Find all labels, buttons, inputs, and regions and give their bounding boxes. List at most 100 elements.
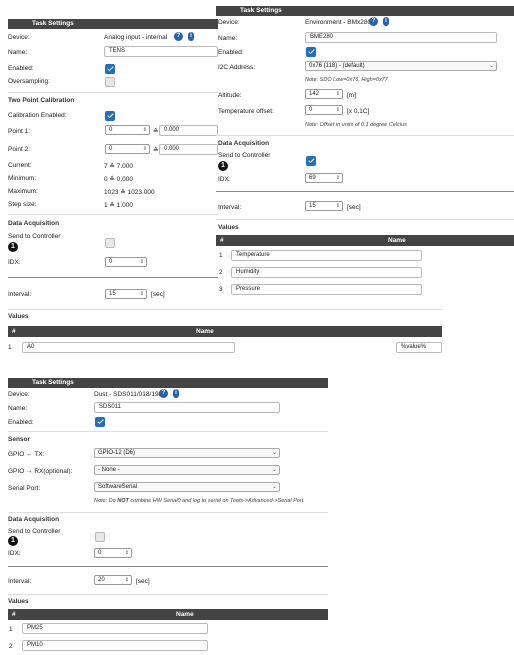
row-number: 1 [9,626,13,633]
column-name-header: Name [196,328,214,335]
spin-arrows-icon[interactable]: ⇕ [125,576,129,584]
spin-arrows-icon[interactable]: ⇕ [140,258,144,266]
serial-port-select[interactable]: SoftwareSerial ⌄ [94,482,280,492]
i2c-address-label: I2C Address: [218,64,256,71]
value-name-input[interactable]: Pressure [231,284,422,295]
name-input[interactable]: BME280 [305,32,497,43]
value-name-input[interactable]: A0 [22,342,235,353]
name-input[interactable]: TENS [104,46,218,57]
separator [8,512,328,513]
value-name-input[interactable]: PM25 [22,623,208,634]
i2c-address-select[interactable]: 0x76 (118) - (default) ⌄ [305,61,497,71]
task-settings-header: Task Settings [216,6,514,16]
gpio-rx-select[interactable]: - None - ⌄ [94,465,280,475]
idx-value: 0 [98,550,102,556]
spin-arrows-icon[interactable]: ⇕ [336,106,340,114]
column-name-header: Name [388,237,406,244]
separator [216,219,514,220]
interval-label: Interval: [8,578,32,585]
separator [8,309,442,310]
interval-input[interactable]: 15 ⇕ [305,201,343,211]
value-name-input[interactable]: Temperature [231,250,422,261]
info-icon[interactable]: i [173,389,179,398]
point1-raw-value: 0 [109,127,113,133]
point2-raw-input[interactable]: 0 ⇕ [105,144,150,154]
divider [8,277,218,278]
divider [216,191,514,192]
value-name-input[interactable]: Humidity [231,267,422,278]
gpio-rx-label: GPIO → RX(optional): [8,468,73,475]
value-name-input[interactable]: PM10 [22,640,208,651]
idx-label: IDX: [218,176,231,183]
help-icon[interactable]: ? [174,32,183,41]
enabled-checkbox[interactable] [306,47,316,57]
info-icon[interactable]: i [383,17,389,26]
name-label: Name: [8,49,28,56]
spin-arrows-icon[interactable]: ⇕ [336,202,340,210]
altitude-value: 142 [309,91,320,97]
enabled-label: Enabled: [8,419,34,426]
calibration-enabled-checkbox[interactable] [105,111,115,121]
altitude-unit: [m] [347,92,357,99]
idx-input[interactable]: 0 ⇕ [94,548,132,558]
info-icon[interactable]: i [188,32,194,41]
name-label: Name: [8,405,28,412]
idx-label: IDX: [8,259,21,266]
help-icon[interactable]: ? [369,17,378,26]
value-formula-input[interactable]: %value% [396,342,442,353]
enabled-label: Enabled: [218,49,244,56]
idx-input[interactable]: 69 ⇕ [305,173,343,183]
point2-value-input[interactable]: 0.000 [159,144,218,155]
send-to-controller-checkbox[interactable] [105,238,115,248]
interval-label: Interval: [218,204,242,211]
step-size-value: 1 ≙ 1.000 [104,202,133,209]
oversampling-checkbox[interactable] [105,77,115,87]
spin-arrows-icon[interactable]: ⇕ [336,174,340,182]
send-to-controller-checkbox[interactable] [306,156,316,166]
step-size-label: Step size: [8,201,37,208]
send-to-controller-checkbox[interactable] [95,532,105,542]
serial-port-value: SoftwareSerial [98,484,138,490]
enabled-label: Enabled: [8,65,34,72]
row-number: 1 [8,344,12,351]
values-table-header: # Name [216,235,514,246]
spin-arrows-icon[interactable]: ⇕ [140,290,144,298]
name-input[interactable]: SDS011 [94,402,280,413]
values-title: Values [8,313,29,320]
current-value: 7 ≙ 7.000 [104,163,133,170]
spin-arrows-icon[interactable]: ⇕ [336,90,340,98]
column-name-header: Name [176,611,194,618]
device-label: Device: [8,34,30,41]
device-value: Environment - BMx280 [305,19,372,26]
enabled-checkbox[interactable] [105,64,115,74]
interval-unit: [sec] [136,578,150,585]
maximum-value: 1023 ≙ 1023.000 [104,189,155,196]
values-title: Values [218,224,239,231]
gpio-tx-select[interactable]: GPIO-12 (D6) ⌄ [94,448,280,458]
approx-sign: ≙ [153,147,159,154]
separator [8,594,328,595]
altitude-label: Altitude: [218,92,242,99]
interval-unit: [sec] [347,204,361,211]
interval-input[interactable]: 20 ⇕ [94,575,132,585]
spin-arrows-icon[interactable]: ⇕ [125,549,129,557]
send-to-controller-label: Send to Controller [8,528,61,535]
separator [216,135,514,136]
altitude-input[interactable]: 142 ⇕ [305,89,343,99]
column-number-header: # [12,611,16,618]
interval-input[interactable]: 15 ⇕ [105,289,147,299]
idx-input[interactable]: 0 ⇕ [105,257,147,267]
idx-value: 0 [109,259,113,265]
separator [8,431,328,432]
point1-raw-input[interactable]: 0 ⇕ [105,125,150,135]
send-to-controller-label: Send to Controller [218,152,271,159]
point1-value-input[interactable]: 0.000 [159,125,218,136]
temperature-offset-input[interactable]: 0 ⇕ [305,105,343,115]
temperature-offset-unit: [x 0.1C] [347,108,370,115]
spin-arrows-icon[interactable]: ⇕ [143,126,147,134]
maximum-label: Maximum: [8,188,38,195]
spin-arrows-icon[interactable]: ⇕ [143,145,147,153]
help-icon[interactable]: ? [159,389,168,398]
enabled-checkbox[interactable] [95,417,105,427]
values-table-header: # Name [8,609,328,620]
